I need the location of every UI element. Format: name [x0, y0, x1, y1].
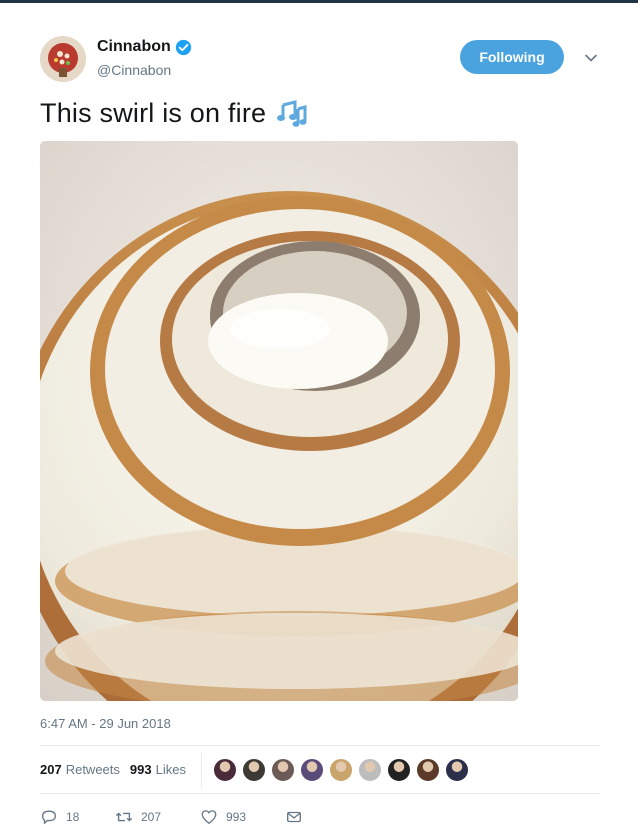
chevron-down-icon[interactable] [583, 50, 599, 66]
like-count: 993 [226, 810, 247, 824]
likes-label: Likes [155, 762, 186, 777]
liker-avatar[interactable] [213, 758, 237, 782]
liker-avatar[interactable] [445, 758, 469, 782]
retweets-label: Retweets [65, 762, 120, 777]
reply-icon [42, 810, 56, 824]
account-handle[interactable]: @Cinnabon [97, 62, 171, 78]
liker-avatar[interactable] [358, 758, 382, 782]
retweets-count: 207 [40, 762, 62, 777]
liker-avatar[interactable] [300, 758, 324, 782]
avatar[interactable] [40, 36, 86, 82]
liker-avatar[interactable] [271, 758, 295, 782]
top-border [0, 0, 638, 3]
tweet-timestamp[interactable]: 6:47 AM - 29 Jun 2018 [40, 716, 171, 731]
divider [40, 793, 600, 794]
retweet-count: 207 [141, 810, 162, 824]
retweet-icon [115, 812, 133, 822]
tweet-stats: 207 Retweets 993 Likes [40, 762, 186, 777]
tweet-text-row: This swirl is on fire [40, 96, 308, 130]
liker-avatar[interactable] [329, 758, 353, 782]
liker-avatars [213, 758, 469, 782]
envelope-icon [287, 811, 301, 823]
stats-separator [201, 752, 202, 788]
cinnamon-roll-image [40, 141, 518, 701]
retweets-stat[interactable]: 207 Retweets [40, 762, 120, 777]
tweet-photo[interactable] [40, 141, 518, 701]
reply-button[interactable]: 18 [40, 808, 115, 826]
direct-message-button[interactable] [285, 808, 303, 826]
following-button[interactable]: Following [460, 40, 564, 74]
like-button[interactable]: 993 [200, 808, 285, 826]
likes-stat[interactable]: 993 Likes [130, 762, 186, 777]
tweet-text: This swirl is on fire [40, 97, 267, 128]
verified-badge-icon [175, 39, 191, 55]
retweet-button[interactable]: 207 [115, 808, 200, 826]
divider [40, 745, 600, 746]
liker-avatar[interactable] [242, 758, 266, 782]
account-name-row[interactable]: Cinnabon [97, 38, 192, 56]
reply-count: 18 [66, 810, 80, 824]
heart-icon [201, 810, 217, 824]
liker-avatar[interactable] [387, 758, 411, 782]
likes-count: 993 [129, 762, 152, 777]
liker-avatar[interactable] [416, 758, 440, 782]
musical-notes-icon [277, 100, 307, 127]
tweet-actions: 18 207 993 [40, 808, 303, 826]
account-name[interactable]: Cinnabon [97, 38, 171, 56]
